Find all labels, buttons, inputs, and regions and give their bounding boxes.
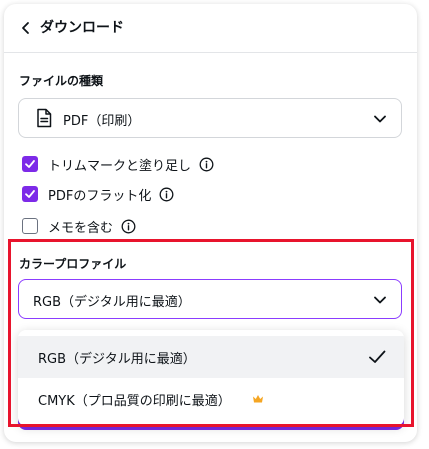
option-include-notes[interactable]: メモを含む	[22, 216, 136, 236]
panel-header: ダウンロード	[4, 4, 417, 52]
info-icon[interactable]	[121, 219, 136, 234]
flatten-pdf-label: PDFのフラット化	[48, 188, 152, 204]
back-button[interactable]	[16, 18, 36, 38]
color-profile-label: カラープロファイル	[19, 257, 127, 271]
option-cmyk-label: CMYK（プロ品質の印刷に最適）	[38, 393, 231, 409]
trim-marks-checkbox[interactable]	[22, 156, 38, 172]
checkmark-icon	[25, 190, 35, 198]
include-notes-checkbox[interactable]	[22, 218, 38, 234]
option-flatten-pdf[interactable]: PDFのフラット化	[22, 184, 174, 204]
flatten-pdf-checkbox[interactable]	[22, 186, 38, 202]
color-profile-select[interactable]: RGB（デジタル用に最適）	[18, 279, 402, 319]
include-notes-label: メモを含む	[48, 220, 114, 236]
option-rgb-label: RGB（デジタル用に最適）	[38, 351, 196, 367]
crown-icon	[253, 395, 263, 403]
color-profile-value: RGB（デジタル用に最適）	[33, 295, 191, 310]
checkmark-icon	[25, 160, 35, 168]
header-divider	[4, 52, 417, 53]
chevron-down-icon	[374, 296, 386, 304]
chevron-left-icon	[22, 22, 29, 34]
trim-marks-label: トリムマークと塗り足し	[48, 158, 192, 174]
file-type-label: ファイルの種類	[19, 74, 104, 88]
dropdown-option-rgb[interactable]: RGB（デジタル用に最適）	[18, 336, 404, 378]
download-panel: ダウンロード ファイルの種類 PDF（印刷） トリムマークと塗り足し PDFのフ…	[4, 4, 417, 442]
checkmark-icon	[369, 350, 386, 363]
file-type-value: PDF（印刷）	[63, 114, 141, 129]
color-profile-dropdown: RGB（デジタル用に最適） CMYK（プロ品質の印刷に最適）	[18, 330, 404, 426]
panel-title: ダウンロード	[40, 20, 124, 36]
option-trim-marks[interactable]: トリムマークと塗り足し	[22, 154, 214, 174]
info-icon[interactable]	[199, 157, 214, 172]
file-type-select[interactable]: PDF（印刷）	[18, 98, 402, 138]
dropdown-option-cmyk[interactable]: CMYK（プロ品質の印刷に最適）	[18, 378, 404, 420]
info-icon[interactable]	[159, 187, 174, 202]
chevron-down-icon	[374, 115, 386, 123]
document-icon	[37, 108, 52, 128]
